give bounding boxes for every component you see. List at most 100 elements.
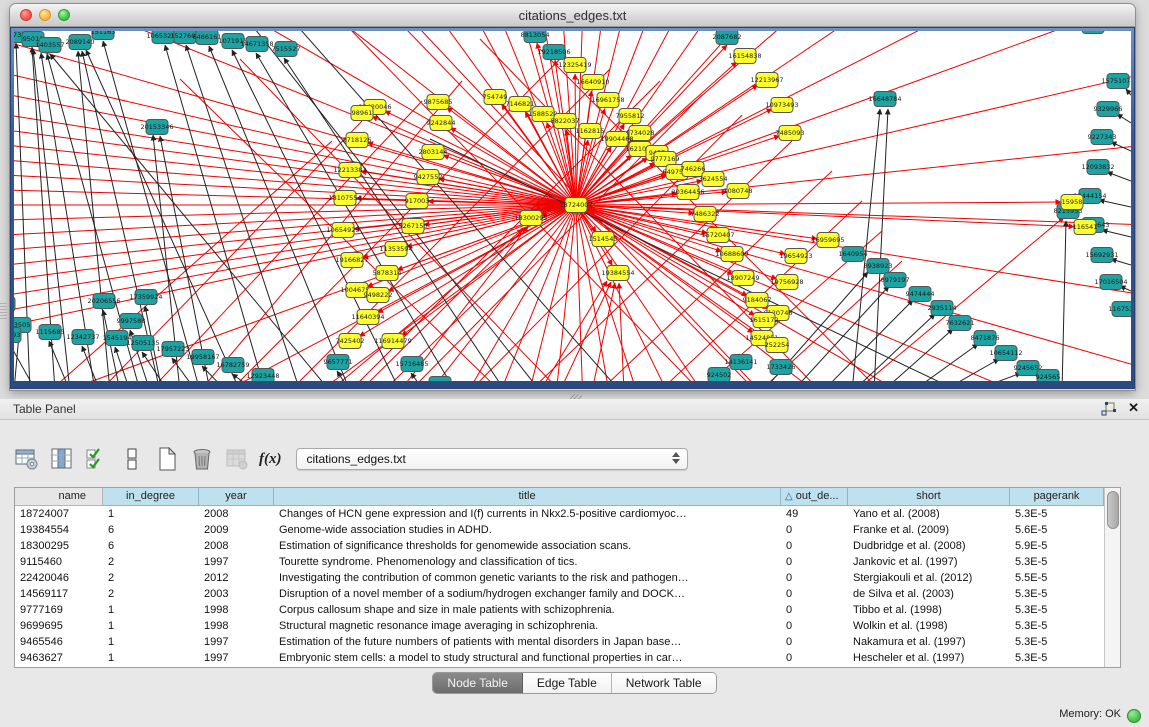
citation-network-graph[interactable]: 1873395013140355720891401511631065325715…	[14, 31, 1131, 381]
edge[interactable]	[853, 314, 935, 381]
tab-network-table[interactable]: Network Table	[612, 673, 716, 693]
edge[interactable]	[1099, 200, 1131, 207]
graph-node-label: 19958167	[186, 353, 219, 361]
table-row[interactable]: 977716911998Corpus callosum shape and si…	[15, 602, 1104, 618]
edge[interactable]	[823, 300, 913, 381]
table-cell: Disruption of a novel member of a sodium…	[274, 586, 781, 602]
table-cell: 14569117	[15, 586, 103, 602]
edge[interactable]	[1062, 221, 1066, 381]
table-row[interactable]: 946554611997Estimation of the future num…	[15, 634, 1104, 650]
graph-node-label: 16648784	[868, 95, 901, 103]
graph-node-label: 116914479	[374, 337, 411, 345]
create-column-icon[interactable]	[154, 446, 180, 472]
rows-icon[interactable]	[119, 446, 145, 472]
column-header-in-degree[interactable]: in_degree	[103, 488, 199, 506]
vertical-scrollbar[interactable]	[1104, 488, 1120, 667]
table-cell: Changes of HCN gene expression and I(f) …	[274, 506, 781, 522]
edge[interactable]	[852, 109, 880, 381]
edge[interactable]	[1107, 172, 1131, 181]
edge[interactable]	[1111, 259, 1131, 265]
graph-node-label: 9657771	[324, 358, 353, 366]
selected-edge[interactable]	[443, 155, 576, 205]
window-titlebar[interactable]: citations_edges.txt	[10, 4, 1135, 27]
table-cell: 0	[781, 538, 848, 554]
table-cell: 2	[103, 570, 199, 586]
graph-node-label: 17957223	[156, 345, 189, 353]
edge[interactable]	[883, 329, 953, 381]
edge[interactable]	[165, 45, 265, 381]
graph-node-label: 16154838	[728, 52, 761, 60]
edge[interactable]	[913, 344, 978, 381]
tab-node-table[interactable]: Node Table	[433, 673, 523, 693]
edge[interactable]	[1102, 230, 1131, 237]
graph-node-label: 98961	[352, 109, 373, 117]
column-header-out-de-[interactable]: △out_de...	[781, 488, 848, 506]
graph-node-label: 19756928	[770, 278, 803, 286]
graph-node-label: 16959695	[811, 236, 844, 244]
graph-node-label: 20153346	[140, 123, 173, 131]
side-panel-grip[interactable]	[0, 303, 7, 319]
table-row[interactable]: 1456911722003Disruption of a novel membe…	[15, 586, 1104, 602]
graph-node-label: 7515527	[272, 45, 301, 53]
scrollbar-thumb[interactable]	[1107, 491, 1119, 529]
table-cell: Stergiakouli et al. (2012)	[848, 570, 1010, 586]
table-mode-icon[interactable]	[14, 446, 40, 472]
float-panel-icon[interactable]	[1101, 402, 1117, 416]
graph-node[interactable]	[1082, 31, 1104, 34]
graph-node-label: 20364456	[671, 188, 704, 196]
table-row[interactable]: 1830029562008Estimation of significance …	[15, 538, 1104, 554]
table-row[interactable]: 2242004622012Investigating the contribut…	[15, 570, 1104, 586]
show-columns-icon[interactable]	[49, 446, 75, 472]
table-row[interactable]: 1938455462009Genome-wide association stu…	[15, 522, 1104, 538]
selected-edge[interactable]	[14, 140, 576, 205]
selected-edge[interactable]	[274, 205, 576, 381]
selected-edge[interactable]	[410, 95, 702, 381]
graph-node-label: 16961758	[591, 96, 624, 104]
selected-edge[interactable]	[576, 205, 962, 381]
edge[interactable]	[1126, 89, 1131, 95]
delete-column-icon[interactable]	[189, 446, 215, 472]
column-header-name[interactable]: name	[15, 488, 103, 506]
graph-node-label: 19218506	[537, 48, 570, 56]
graph-node-label: 3624554	[699, 175, 728, 183]
table-cell: 19384554	[15, 522, 103, 538]
graph-node-label: 2089140	[66, 38, 95, 46]
table-row[interactable]: 946362711997Embryonic stem cells: a mode…	[15, 650, 1104, 666]
selected-edge[interactable]	[575, 74, 576, 205]
table-cell: Tourette syndrome. Phenomenology and cla…	[274, 554, 781, 570]
tab-edge-table[interactable]: Edge Table	[523, 673, 612, 693]
table-row[interactable]: 911546021997Tourette syndrome. Phenomeno…	[15, 554, 1104, 570]
graph-node-label: 5822037	[551, 117, 580, 125]
graph-node-label: 8938923	[864, 262, 893, 270]
table-cell: 18724007	[15, 506, 103, 522]
table-row[interactable]: 1872400712008Changes of HCN gene express…	[15, 506, 1104, 522]
graph-node-label: 17551	[430, 380, 451, 381]
column-header-short[interactable]: short	[848, 488, 1010, 506]
table-selector-dropdown[interactable]: citations_edges.txt	[296, 448, 688, 470]
edge[interactable]	[793, 286, 889, 381]
selected-edge[interactable]	[576, 202, 1061, 205]
table-cell: 0	[781, 634, 848, 650]
function-builder-icon[interactable]: f(x)	[259, 451, 282, 468]
column-header-pagerank[interactable]: pagerank	[1010, 488, 1104, 506]
column-header-title[interactable]: title	[274, 488, 781, 506]
edge[interactable]	[1117, 114, 1131, 123]
column-header-year[interactable]: year	[199, 488, 274, 506]
graph-node-label: 1115685	[36, 328, 65, 336]
graph-node-label: 7955812	[616, 112, 645, 120]
table-row[interactable]: 969969511998Structural magnetic resonanc…	[15, 618, 1104, 634]
graph-node-label: 19654923	[779, 252, 812, 260]
memory-status-indicator[interactable]	[1127, 709, 1141, 723]
selection-mode-icon[interactable]	[84, 446, 110, 472]
graph-node-label: 39193	[14, 331, 20, 339]
edge[interactable]	[943, 359, 999, 381]
graph-node-label: 19166827	[335, 256, 368, 264]
network-canvas[interactable]: 1873395013140355720891401511631065325715…	[14, 31, 1131, 381]
selected-edge[interactable]	[660, 201, 862, 381]
close-panel-icon[interactable]: ✕	[1128, 400, 1139, 416]
graph-node-label: 10973493	[765, 101, 798, 109]
table-cell: 1	[103, 634, 199, 650]
graph-node-label: 18107554	[328, 194, 361, 202]
edge[interactable]	[255, 31, 540, 381]
table-cell: Franke et al. (2009)	[848, 522, 1010, 538]
